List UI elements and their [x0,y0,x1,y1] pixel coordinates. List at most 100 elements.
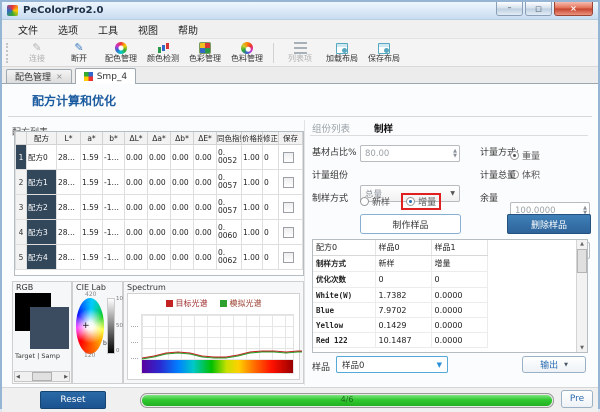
recipe-value-cell[interactable]: 1.59 [81,145,103,170]
recipe-value-cell[interactable]: 0 [263,170,279,195]
sample-column-header[interactable]: 配方0 [313,240,375,256]
recipe-value-cell[interactable]: 0 [263,245,279,270]
recipe-value-cell[interactable]: 0.00 [125,220,148,245]
recipe-column-header[interactable]: 修正次数 [263,132,279,145]
toolbar-color-manage[interactable]: 色彩管理 [184,40,226,66]
save-cell[interactable] [279,145,303,170]
recipe-value-cell[interactable]: 1.59 [81,220,103,245]
recipe-value-cell[interactable]: 0. 0062 [217,245,242,270]
recipe-value-cell[interactable]: -1… [103,195,125,220]
scroll-down-icon[interactable]: ▼ [580,345,584,351]
recipe-value-cell[interactable]: 0.00 [148,245,171,270]
minimize-button[interactable] [496,2,523,16]
sample-row[interactable]: Yellow0.14290.0000 [313,318,576,333]
row-number-cell[interactable]: 2 [16,170,27,195]
recipe-value-cell[interactable]: -1… [103,170,125,195]
row-number-cell[interactable]: 4 [16,220,27,245]
menu-file[interactable]: 文件 [8,22,48,37]
base-ratio-spinner[interactable]: 80.00 [360,145,460,162]
sample-value-cell[interactable]: 增量 [431,256,487,272]
sample-value-cell[interactable]: 0.0000 [431,288,487,303]
menu-options[interactable]: 选项 [48,22,88,37]
row-number-cell[interactable]: 5 [16,245,27,270]
sample-row[interactable]: 优化次数00 [313,272,576,288]
recipe-column-header[interactable]: ΔE* [194,132,217,145]
spinner-arrows-icon[interactable] [453,147,457,160]
recipe-value-cell[interactable]: 28… [57,245,81,270]
sample-value-cell[interactable]: 7.9702 [375,303,431,318]
menu-tools[interactable]: 工具 [88,22,128,37]
save-checkbox[interactable] [283,202,294,213]
save-checkbox[interactable] [283,177,294,188]
recipe-name-cell[interactable]: 配方0 [27,145,57,170]
recipe-column-header[interactable]: b* [103,132,125,145]
radio-weight[interactable]: 重量 [510,149,540,162]
scroll-thumb[interactable] [577,249,587,273]
tab-smp4[interactable]: Smp_4 [75,68,136,84]
sample-row-label[interactable]: Red 122 [313,333,375,348]
recipe-value-cell[interactable]: 1.59 [81,245,103,270]
save-cell[interactable] [279,170,303,195]
tab-component-list[interactable]: 组份列表 [312,121,350,135]
recipe-value-cell[interactable]: 1.00 [242,145,263,170]
save-cell[interactable] [279,245,303,270]
reset-button[interactable]: Reset [40,391,106,409]
save-checkbox[interactable] [283,227,294,238]
recipe-value-cell[interactable]: 0.00 [171,170,194,195]
sample-value-cell[interactable]: 0.0000 [431,333,487,348]
recipe-value-cell[interactable]: 0.00 [148,145,171,170]
recipe-row[interactable]: 5配方428…1.59-1…0.000.000.000.000. 00621.0… [16,245,303,270]
save-checkbox[interactable] [283,252,294,263]
recipe-value-cell[interactable]: 0. 0060 [217,220,242,245]
recipe-name-cell[interactable]: 配方3 [27,220,57,245]
recipe-name-cell[interactable]: 配方1 [27,170,57,195]
menu-help[interactable]: 帮助 [168,22,208,37]
recipe-value-cell[interactable]: 0. 0057 [217,170,242,195]
recipe-value-cell[interactable]: 28… [57,170,81,195]
sample-value-cell[interactable]: 0.0000 [431,303,487,318]
sample-select-dropdown[interactable]: 样品0 [336,356,448,373]
radio-increment[interactable]: 增量 [406,195,436,208]
toolbar-load-layout[interactable]: 加载布局 [321,40,363,66]
recipe-value-cell[interactable]: 1.59 [81,170,103,195]
recipe-name-cell[interactable]: 配方4 [27,245,57,270]
radio-new-sample[interactable]: 新样 [360,195,390,208]
output-button[interactable]: 输出 [522,356,586,373]
recipe-value-cell[interactable]: 0.00 [125,245,148,270]
recipe-value-cell[interactable]: 0.00 [194,170,217,195]
recipe-value-cell[interactable]: 0. 0052 [217,145,242,170]
scroll-thumb[interactable] [32,372,52,381]
make-sample-button[interactable]: 制作样品 [360,214,461,234]
sample-value-cell[interactable]: 0 [375,272,431,288]
recipe-column-header[interactable]: 价格指数 [242,132,263,145]
recipe-column-header[interactable]: 配方 [27,132,57,145]
menu-view[interactable]: 视图 [128,22,168,37]
recipe-row[interactable]: 2配方128…1.59-1…0.000.000.000.000. 00571.0… [16,170,303,195]
sample-value-cell[interactable]: 0.0000 [431,318,487,333]
row-number-cell[interactable]: 1 [16,145,27,170]
recipe-value-cell[interactable]: 28… [57,145,81,170]
recipe-row[interactable]: 4配方328…1.59-1…0.000.000.000.000. 00601.0… [16,220,303,245]
sample-value-cell[interactable]: 0 [431,272,487,288]
sample-row-label[interactable]: Blue [313,303,375,318]
scroll-left-icon[interactable]: ◀ [16,374,20,380]
recipe-value-cell[interactable]: 0.00 [171,220,194,245]
recipe-column-header[interactable]: 保存 [279,132,303,145]
sample-row-label[interactable]: 制样方式 [313,256,375,272]
recipe-column-header[interactable]: Δb* [171,132,194,145]
recipe-row[interactable]: 1配方028…1.59-1…0.000.000.000.000. 00521.0… [16,145,303,170]
sample-row-label[interactable]: White(W) [313,288,375,303]
save-cell[interactable] [279,220,303,245]
recipe-column-header[interactable]: 同色指数 [217,132,242,145]
toolbar-color-detect[interactable]: 颜色检测 [142,40,184,66]
sample-row-label[interactable]: 优化次数 [313,272,375,288]
recipe-value-cell[interactable]: 0.00 [125,145,148,170]
recipe-value-cell[interactable]: 0.00 [194,220,217,245]
recipe-value-cell[interactable]: 0.00 [148,220,171,245]
recipe-value-cell[interactable]: 1.00 [242,170,263,195]
sample-value-cell[interactable]: 1.7382 [375,288,431,303]
recipe-row[interactable]: 3配方228…1.59-1…0.000.000.000.000. 00571.0… [16,195,303,220]
recipe-value-cell[interactable]: 0.00 [148,170,171,195]
lightness-bar[interactable] [107,298,115,354]
recipe-value-cell[interactable]: 28… [57,195,81,220]
